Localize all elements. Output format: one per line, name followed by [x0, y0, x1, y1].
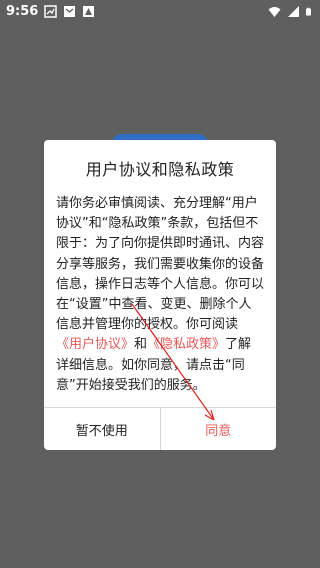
- wifi-icon: [268, 7, 281, 17]
- dialog-body-text: 请你务必审慎阅读、充分理解“用户协议”和“隐私政策”条款，包括但不限于：为了向你…: [56, 194, 264, 396]
- privacy-policy-link[interactable]: 《隐私政策》: [147, 337, 225, 352]
- status-bar: 9:56: [0, 0, 320, 24]
- dialog-button-row: 暂不使用 同意: [44, 407, 276, 450]
- body-text-part1: 请你务必审慎阅读、充分理解“用户协议”和“隐私政策”条款，包括但不限于：为了向你…: [56, 196, 265, 333]
- mail-icon: [64, 6, 75, 17]
- dialog-title: 用户协议和隐私政策: [85, 160, 235, 179]
- privacy-dialog: 用户协议和隐私政策 请你务必审慎阅读、充分理解“用户协议”和“隐私政策”条款，包…: [44, 140, 276, 450]
- and-text: 和: [134, 337, 148, 353]
- reject-button[interactable]: 暂不使用: [44, 408, 161, 450]
- battery-icon: [306, 7, 311, 16]
- status-right-icons: [268, 5, 314, 18]
- status-left-icons: [44, 5, 95, 18]
- status-time: 9:56: [6, 4, 39, 19]
- signal-icon: [288, 6, 299, 17]
- notification-icon: [44, 5, 57, 18]
- image-icon: [83, 6, 94, 17]
- dialog-body: 请你务必审慎阅读、充分理解“用户协议”和“隐私政策”条款，包括但不限于：为了向你…: [56, 194, 264, 396]
- user-agreement-link[interactable]: 《用户协议》: [56, 337, 134, 352]
- agree-button[interactable]: 同意: [161, 408, 277, 450]
